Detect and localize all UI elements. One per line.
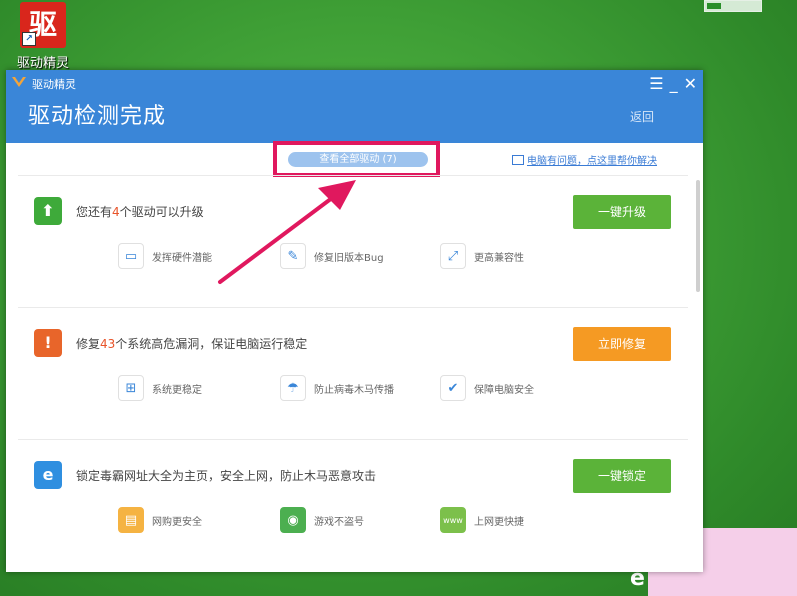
annotation-arrow-icon xyxy=(218,180,356,284)
